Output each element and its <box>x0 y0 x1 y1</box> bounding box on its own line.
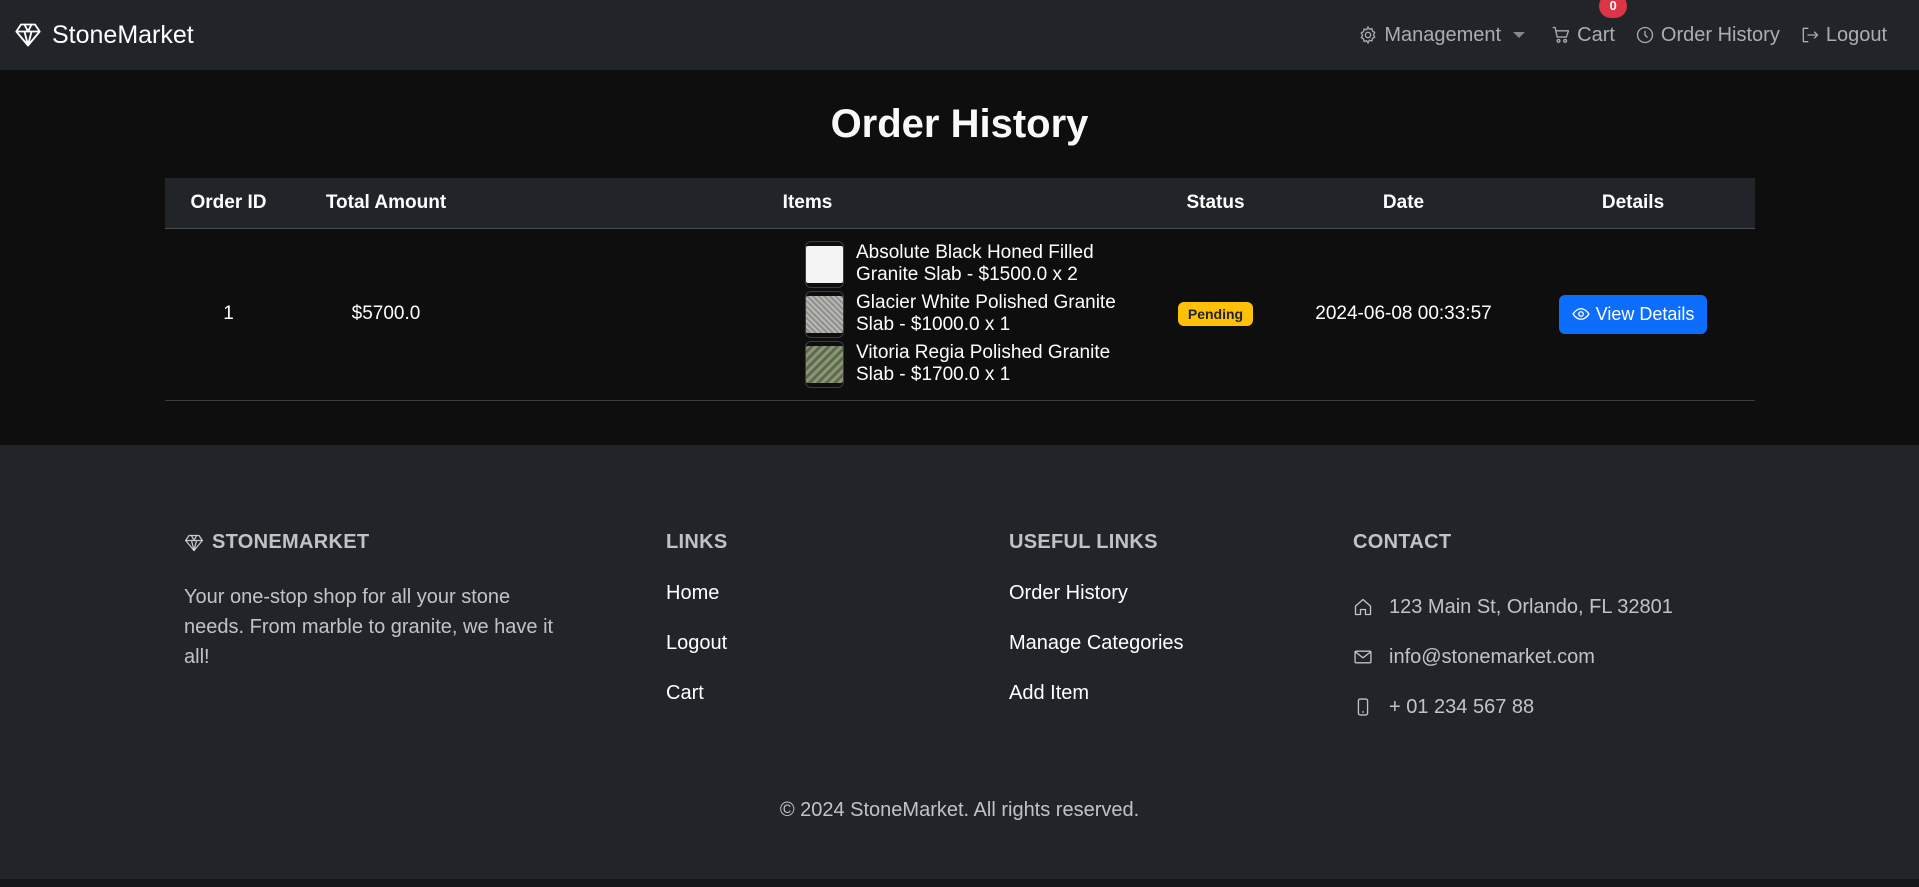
order-history-label: Order History <box>1660 23 1780 46</box>
orders-table-wrap: Order ID Total Amount Items Status Date … <box>165 178 1755 401</box>
management-dropdown[interactable]: Management <box>1348 24 1535 47</box>
footer-brand-heading: STONEMARKET <box>184 531 564 554</box>
nav-order-history-link[interactable]: Order History <box>1625 24 1790 47</box>
copyright: © 2024 StoneMarket. All rights reserved. <box>779 799 1140 821</box>
order-item: Vitoria Regia Polished Granite Slab - $1… <box>805 339 1134 389</box>
gem-icon <box>15 23 41 47</box>
gem-icon <box>185 534 203 551</box>
footer-useful-col: USEFUL LINKS Order History Manage Catego… <box>1009 531 1184 732</box>
brand-name: StoneMarket <box>52 20 194 49</box>
footer-about-text: Your one-stop shop for all your stone ne… <box>184 586 554 668</box>
header-items: Items <box>480 178 1135 229</box>
item-image <box>806 245 843 283</box>
caret-down-icon <box>1513 32 1526 38</box>
items-cell: Absolute Black Honed Filled Granite Slab… <box>480 228 1135 401</box>
date-cell: 2024-06-08 00:33:57 <box>1296 228 1511 401</box>
nav-logout-link[interactable]: Logout <box>1790 24 1897 47</box>
footer-contact-list: 123 Main St, Orlando, FL 32801 info@ston… <box>1353 582 1673 732</box>
page-title: Order History <box>830 102 1089 146</box>
footer-links-list: Home Logout Cart <box>666 582 728 732</box>
contact-address-text: 123 Main St, Orlando, FL 32801 <box>1389 595 1673 618</box>
eye-icon <box>1571 308 1590 320</box>
footer-links-heading: LINKS <box>666 531 728 553</box>
header-date: Date <box>1296 178 1511 229</box>
cart-label: Cart <box>1577 23 1615 46</box>
view-details-button[interactable]: View Details <box>1558 294 1708 334</box>
contact-phone: + 01 234 567 88 <box>1353 682 1673 732</box>
home-icon <box>1354 598 1372 616</box>
navbar: StoneMarket Management Cart 0 Order Hist… <box>0 0 1919 70</box>
cart-icon <box>1552 26 1570 43</box>
footer: STONEMARKET Your one-stop shop for all y… <box>0 445 1919 879</box>
footer-contact-col: CONTACT 123 Main St, Orlando, FL 32801 i… <box>1353 531 1673 732</box>
item-thumbnail[interactable] <box>805 290 844 338</box>
footer-link-manage-categories[interactable]: Manage Categories <box>1009 632 1184 682</box>
header-total-amount: Total Amount <box>292 178 480 229</box>
footer-useful-heading: USEFUL LINKS <box>1009 531 1158 553</box>
item-image <box>806 295 843 333</box>
gear-icon <box>1360 25 1376 45</box>
item-thumbnail[interactable] <box>805 340 844 388</box>
footer-link-home[interactable]: Home <box>666 582 728 632</box>
contact-phone-text: + 01 234 567 88 <box>1389 695 1535 718</box>
order-item: Absolute Black Honed Filled Granite Slab… <box>805 239 1134 289</box>
header-order-id: Order ID <box>165 178 292 229</box>
item-text: Glacier White Polished Granite Slab - $1… <box>856 292 1116 335</box>
header-details: Details <box>1511 178 1755 229</box>
nav-menu: Management Cart 0 Order History Logout <box>1348 0 1897 47</box>
envelope-icon <box>1354 650 1372 664</box>
contact-email-text: info@stonemarket.com <box>1389 645 1595 668</box>
footer-link-add-item[interactable]: Add Item <box>1009 682 1184 732</box>
status-cell: Pending <box>1135 228 1296 401</box>
status-badge: Pending <box>1177 302 1254 326</box>
footer-contact-heading: CONTACT <box>1353 531 1452 553</box>
item-text: Absolute Black Honed Filled Granite Slab… <box>856 242 1094 285</box>
brand-link[interactable]: StoneMarket <box>14 21 194 50</box>
details-cell: View Details <box>1511 228 1755 401</box>
orders-table: Order ID Total Amount Items Status Date … <box>165 178 1755 401</box>
main-content: Order History Order ID Total Amount Item… <box>0 70 1919 445</box>
table-row: 1 $5700.0 Absolute Black Honed Filled Gr… <box>165 228 1755 401</box>
order-item: Glacier White Polished Granite Slab - $1… <box>805 289 1134 339</box>
bottom-strip <box>0 879 1919 887</box>
logout-label: Logout <box>1825 23 1887 46</box>
clock-icon <box>1636 26 1654 44</box>
phone-icon <box>1357 698 1369 716</box>
view-details-label: View Details <box>1595 303 1695 324</box>
item-text: Vitoria Regia Polished Granite Slab - $1… <box>856 342 1111 385</box>
table-header-row: Order ID Total Amount Items Status Date … <box>165 178 1755 229</box>
header-status: Status <box>1135 178 1296 229</box>
footer-about-col: STONEMARKET Your one-stop shop for all y… <box>184 531 564 672</box>
logout-icon <box>1802 27 1818 43</box>
nav-cart-link[interactable]: Cart 0 <box>1541 0 1628 47</box>
contact-address: 123 Main St, Orlando, FL 32801 <box>1353 582 1673 632</box>
cart-count-badge: 0 <box>1599 0 1628 18</box>
management-label: Management <box>1384 23 1502 46</box>
footer-links-col: LINKS Home Logout Cart <box>666 531 728 732</box>
footer-link-order-history[interactable]: Order History <box>1009 582 1184 632</box>
footer-brand-name: STONEMARKET <box>212 531 370 553</box>
footer-link-cart[interactable]: Cart <box>666 682 728 732</box>
contact-email: info@stonemarket.com <box>1353 632 1673 682</box>
footer-useful-list: Order History Manage Categories Add Item <box>1009 582 1184 732</box>
item-thumbnail[interactable] <box>805 240 844 288</box>
footer-link-logout[interactable]: Logout <box>666 632 728 682</box>
item-image <box>806 345 843 383</box>
